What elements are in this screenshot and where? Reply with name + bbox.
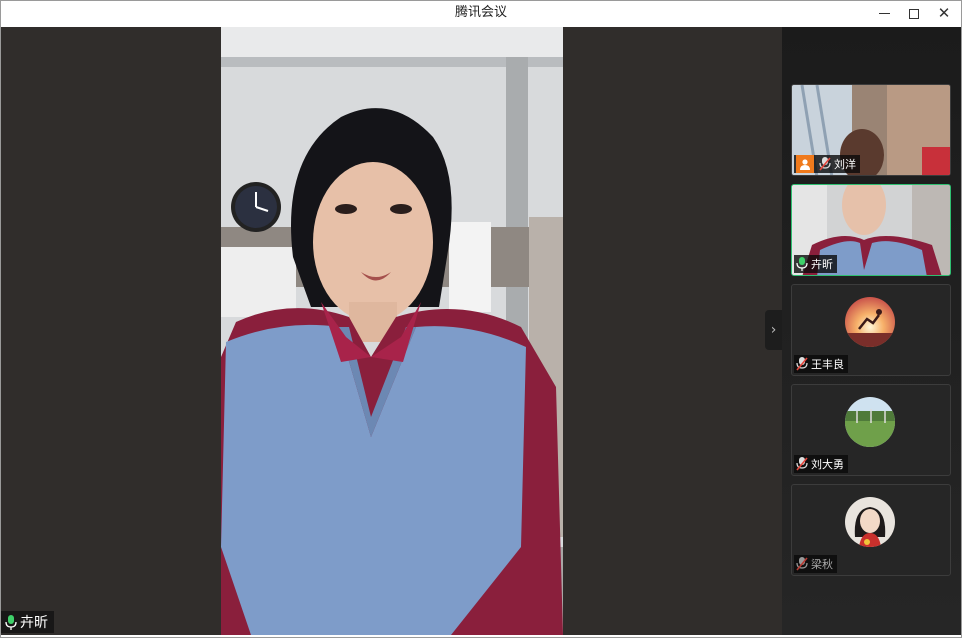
mic-muted-icon: [796, 357, 808, 371]
close-button[interactable]: ✕: [929, 1, 959, 26]
avatar: [845, 397, 895, 447]
participant-tile-active[interactable]: 卉昕: [791, 184, 951, 276]
chevron-right-icon: ›: [770, 322, 777, 338]
mic-muted-icon: [796, 457, 808, 471]
participant-label: 梁秋: [794, 555, 837, 573]
person-icon: [800, 159, 810, 170]
participant-tile[interactable]: 梁秋: [791, 484, 951, 576]
mic-on-icon: [5, 614, 17, 630]
avatar: [845, 497, 895, 547]
participant-label: 王丰良: [794, 355, 848, 373]
participant-tile[interactable]: 王丰良: [791, 284, 951, 376]
illustrated-avatar-image: [845, 497, 895, 547]
main-stage: 卉昕 ›: [1, 27, 782, 635]
participant-label: 刘大勇: [794, 455, 848, 473]
mic-muted-icon: [796, 557, 808, 571]
participant-label: 卉昕: [794, 255, 837, 273]
field-avatar-image: [845, 397, 895, 447]
participant-name: 刘大勇: [811, 458, 844, 471]
participant-name: 王丰良: [811, 358, 844, 371]
host-badge: [796, 155, 814, 173]
avatar: [845, 297, 895, 347]
main-video-frame: [221, 27, 563, 635]
participant-sidebar: 刘洋 卉昕 王丰良 刘大勇 梁秋: [782, 27, 961, 635]
participant-name: 刘洋: [834, 158, 856, 171]
participant-name: 卉昕: [811, 258, 833, 271]
minimize-button[interactable]: [869, 1, 899, 26]
maximize-button[interactable]: [899, 1, 929, 26]
window-title: 腾讯会议: [454, 5, 507, 20]
sunset-avatar-image: [845, 297, 895, 347]
maximize-icon: [909, 8, 919, 19]
participant-tile[interactable]: 刘洋: [791, 84, 951, 176]
collapse-sidebar-button[interactable]: ›: [765, 310, 782, 350]
participant-name: 梁秋: [811, 558, 833, 571]
meeting-window: 腾讯会议 ✕ 卉昕 › 刘洋 卉昕 王丰良 刘大勇 梁秋: [0, 0, 962, 638]
mic-on-icon: [796, 257, 808, 271]
participant-label: 刘洋: [794, 155, 860, 173]
main-video[interactable]: [221, 27, 563, 635]
close-icon: ✕: [937, 4, 951, 22]
minimize-icon: [878, 13, 890, 14]
mic-muted-icon: [819, 157, 831, 171]
participant-tile[interactable]: 刘大勇: [791, 384, 951, 476]
title-bar[interactable]: 腾讯会议 ✕: [1, 1, 961, 26]
main-video-speaker-name: 卉昕: [20, 615, 48, 631]
main-video-name-tag: 卉昕: [1, 611, 54, 633]
